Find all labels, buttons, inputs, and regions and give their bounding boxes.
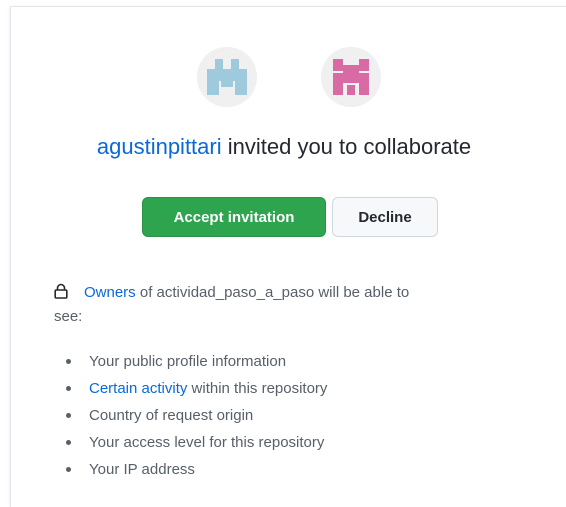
bullet-icon	[66, 359, 71, 364]
invitation-card: agustinpittari invited you to collaborat…	[10, 6, 566, 507]
list-item-label: Your public profile information	[89, 353, 287, 370]
list-item: Your public profile information	[58, 348, 327, 375]
bullet-icon	[66, 413, 71, 418]
lock-icon	[54, 283, 68, 299]
bullet-icon	[66, 467, 71, 472]
certain-activity-link[interactable]: Certain activity	[89, 380, 187, 397]
headline-text: invited you to collaborate	[221, 134, 472, 159]
bullet-icon	[66, 386, 71, 391]
inviter-avatar[interactable]	[197, 47, 257, 107]
notice-text: of actividad_paso_a_paso will be able to	[135, 284, 410, 301]
shared-info-list: Your public profile information Certain …	[58, 348, 327, 483]
notice-text-continued: see:	[54, 308, 83, 325]
list-item-label: Your access level for this repository	[89, 434, 325, 451]
owners-link[interactable]: Owners	[84, 284, 136, 301]
visibility-notice: Owners of actividad_paso_a_paso will be …	[54, 281, 514, 329]
avatars-row	[11, 47, 557, 109]
list-item-label: within this repository	[187, 380, 328, 397]
repository-owner-avatar[interactable]	[321, 47, 381, 107]
list-item: Country of request origin	[58, 402, 327, 429]
decline-button[interactable]: Decline	[332, 197, 438, 237]
list-item: Your access level for this repository	[58, 429, 327, 456]
accept-invitation-button[interactable]: Accept invitation	[142, 197, 326, 237]
invitation-headline: agustinpittari invited you to collaborat…	[11, 132, 557, 162]
list-item: Certain activity within this repository	[58, 375, 327, 402]
list-item: Your IP address	[58, 456, 327, 483]
list-item-label: Your IP address	[89, 461, 195, 478]
bullet-icon	[66, 440, 71, 445]
list-item-label: Country of request origin	[89, 407, 254, 424]
inviter-username-link[interactable]: agustinpittari	[97, 134, 222, 159]
